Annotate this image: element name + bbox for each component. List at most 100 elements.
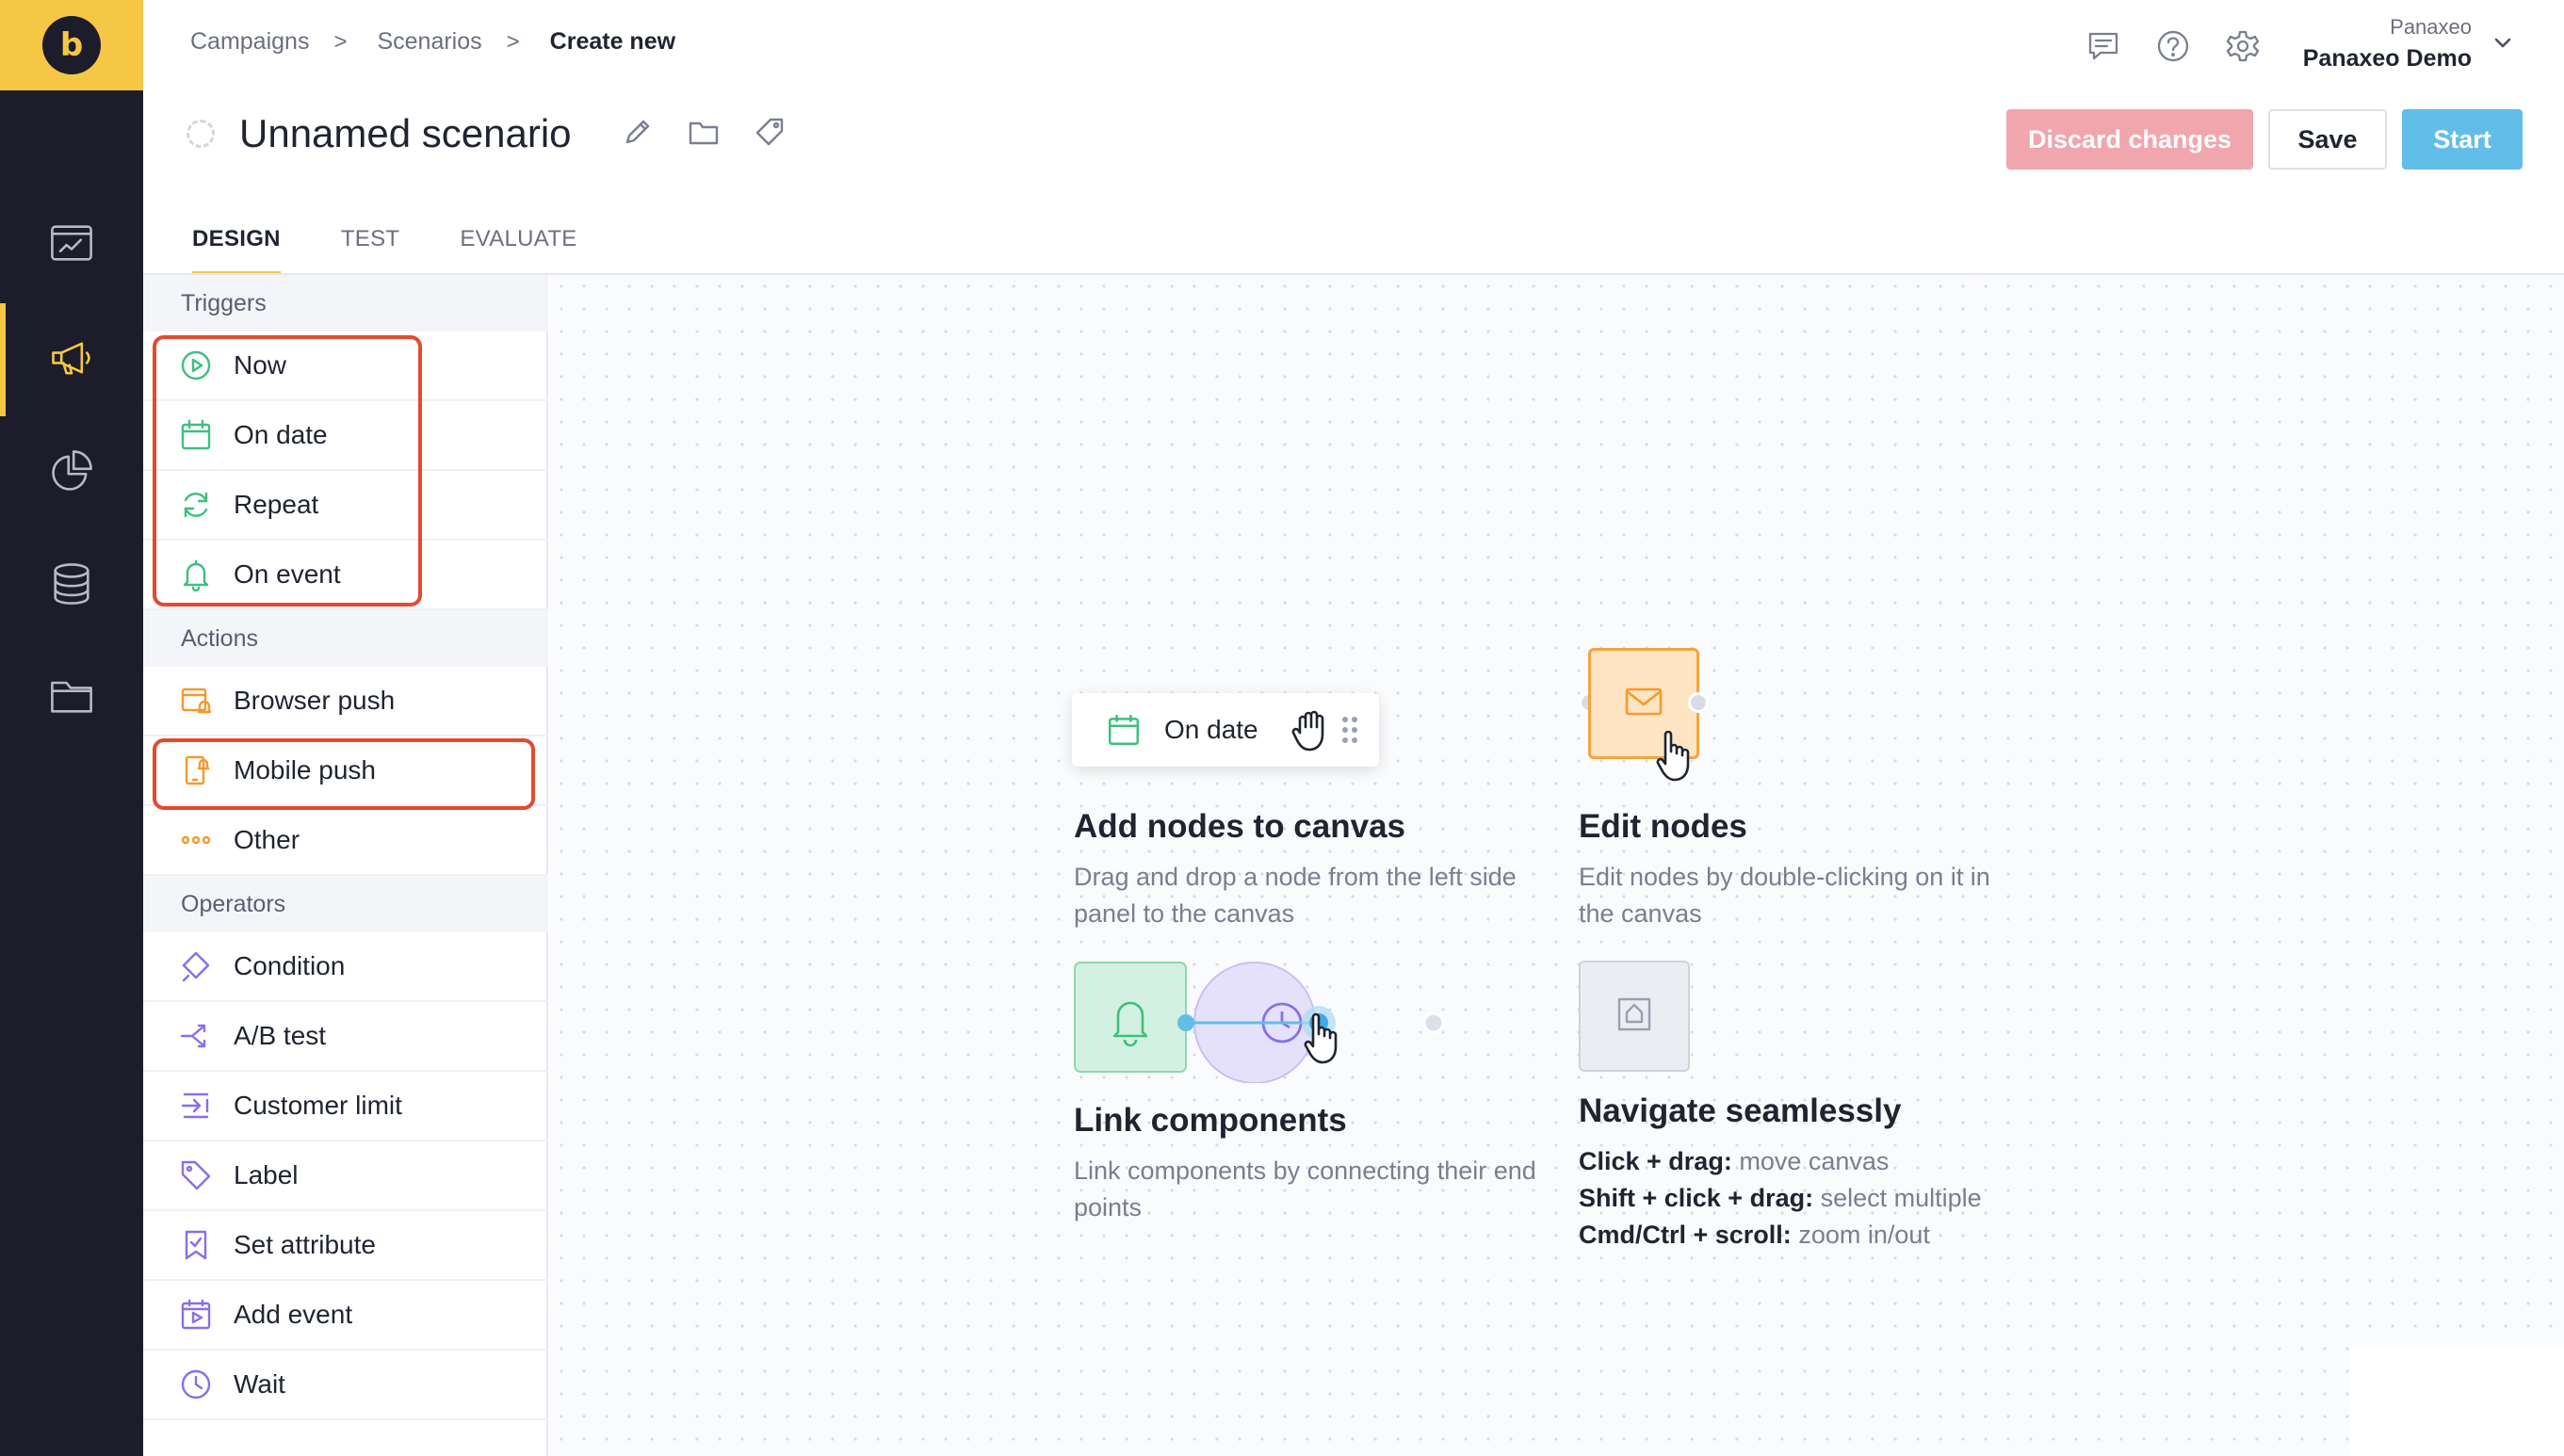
palette-item-label: Condition bbox=[234, 951, 346, 980]
rail-item-dashboard[interactable] bbox=[0, 188, 143, 301]
envelope-icon bbox=[1621, 679, 1666, 729]
add-event-icon bbox=[177, 1296, 215, 1334]
more-dots-icon bbox=[177, 821, 215, 859]
demo-node-label: On date bbox=[1164, 715, 1258, 744]
rail-item-campaigns[interactable] bbox=[0, 303, 143, 416]
shortcut-line: Click + drag: move canvas bbox=[1579, 1143, 2106, 1180]
help-add-title: Add nodes to canvas bbox=[1074, 808, 1406, 845]
palette-item-label: Other bbox=[234, 825, 300, 854]
database-icon bbox=[47, 559, 96, 613]
shortcut-key: Cmd/Ctrl + scroll: bbox=[1579, 1221, 1792, 1249]
folder-icon bbox=[47, 671, 96, 724]
connection-port-start bbox=[1177, 1014, 1194, 1031]
tab-test[interactable]: TEST bbox=[341, 226, 400, 275]
home-icon bbox=[1612, 992, 1657, 1042]
help-button[interactable] bbox=[2151, 26, 2195, 70]
palette-item-label: A/B test bbox=[234, 1021, 327, 1050]
shortcut-desc: zoom in/out bbox=[1798, 1221, 1930, 1249]
tag-icon bbox=[177, 1157, 215, 1194]
pie-chart-icon bbox=[47, 446, 96, 500]
settings-button[interactable] bbox=[2221, 26, 2264, 70]
annotation-highlight-mobile-push bbox=[153, 738, 535, 810]
palette-item-condition[interactable]: Condition bbox=[143, 932, 548, 1002]
palette-item-wait[interactable]: Wait bbox=[143, 1351, 548, 1420]
discard-changes-button[interactable]: Discard changes bbox=[2006, 109, 2253, 170]
app-logo[interactable]: b bbox=[0, 0, 143, 90]
grab-hand-icon bbox=[1290, 706, 1332, 753]
breadcrumb-current: Create new bbox=[549, 28, 676, 55]
palette-item-browser-push[interactable]: Browser push bbox=[143, 667, 548, 736]
help-link-title: Link components bbox=[1074, 1102, 1347, 1139]
account-org: Panaxeo bbox=[2390, 15, 2472, 39]
shortcut-key: Click + drag: bbox=[1579, 1147, 1732, 1175]
header-utilities bbox=[2082, 26, 2291, 70]
folder-icon bbox=[687, 115, 721, 154]
browser-push-icon bbox=[177, 682, 215, 720]
group-heading-operators: Operators bbox=[143, 876, 548, 932]
palette-item-label[interactable]: Label bbox=[143, 1141, 548, 1211]
pencil-icon bbox=[621, 115, 655, 154]
help-icon bbox=[2155, 28, 2191, 69]
palette-item-label: Wait bbox=[234, 1369, 285, 1399]
bookmark-check-icon bbox=[177, 1226, 215, 1264]
clock-icon bbox=[177, 1366, 215, 1403]
breadcrumb-campaigns[interactable]: Campaigns bbox=[190, 28, 309, 56]
move-to-folder-button[interactable] bbox=[683, 113, 724, 154]
group-heading-actions: Actions bbox=[143, 610, 548, 667]
shortcut-line: Cmd/Ctrl + scroll: zoom in/out bbox=[1579, 1217, 2106, 1254]
node-port bbox=[1688, 692, 1709, 713]
help-edit-text: Edit nodes by double-clicking on it in t… bbox=[1579, 863, 1990, 928]
megaphone-icon bbox=[47, 333, 96, 387]
save-button[interactable]: Save bbox=[2268, 109, 2387, 170]
demo-node-on-date: On date bbox=[1072, 693, 1379, 767]
calendar-icon bbox=[1106, 712, 1142, 748]
tag-icon bbox=[753, 115, 787, 154]
help-add-text: Drag and drop a node from the left side … bbox=[1074, 863, 1517, 928]
account-dropdown-toggle[interactable] bbox=[2489, 28, 2517, 57]
tab-evaluate[interactable]: EVALUATE bbox=[460, 226, 576, 275]
palette-item-ab-test[interactable]: A/B test bbox=[143, 1002, 548, 1072]
rail-item-analytics[interactable] bbox=[0, 416, 143, 529]
demo-node-navigate bbox=[1579, 961, 1690, 1072]
breadcrumb-scenarios[interactable]: Scenarios bbox=[377, 28, 481, 56]
drag-handle-icon bbox=[1336, 714, 1364, 746]
rail-item-data[interactable] bbox=[0, 529, 143, 642]
palette-item-customer-limit[interactable]: Customer limit bbox=[143, 1072, 548, 1141]
start-button[interactable]: Start bbox=[2402, 109, 2523, 170]
condition-icon bbox=[177, 947, 215, 985]
dashboard-icon bbox=[47, 218, 96, 272]
shortcut-key: Shift + click + drag: bbox=[1579, 1184, 1814, 1212]
palette-item-set-attribute[interactable]: Set attribute bbox=[143, 1211, 548, 1281]
shortcut-line: Shift + click + drag: select multiple bbox=[1579, 1180, 2106, 1217]
app-nav-rail: b bbox=[0, 0, 143, 1456]
palette-item-label: Browser push bbox=[234, 686, 396, 715]
shortcut-desc: select multiple bbox=[1820, 1184, 1982, 1212]
scenario-status-indicator bbox=[187, 120, 215, 148]
tab-design[interactable]: DESIGN bbox=[192, 226, 281, 275]
add-tag-button[interactable] bbox=[749, 113, 790, 154]
messages-button[interactable] bbox=[2082, 26, 2125, 70]
page-title[interactable]: Unnamed scenario bbox=[239, 111, 572, 156]
chevron-down-icon bbox=[2489, 38, 2517, 60]
demo-node-bell bbox=[1074, 962, 1187, 1073]
scenario-title-row: Unnamed scenario bbox=[187, 111, 790, 156]
palette-item-add-event[interactable]: Add event bbox=[143, 1281, 548, 1351]
account-switcher[interactable]: Panaxeo Panaxeo Demo bbox=[2303, 15, 2472, 73]
help-link-text: Link components by connecting their end … bbox=[1074, 1157, 1536, 1221]
breadcrumb-separator: > bbox=[506, 28, 520, 55]
palette-item-label: Set attribute bbox=[234, 1230, 376, 1259]
breadcrumb: Campaigns > Scenarios > Create new bbox=[190, 28, 675, 56]
palette-item-label-text: Label bbox=[234, 1160, 299, 1189]
palette-item-label: Customer limit bbox=[234, 1091, 402, 1120]
rename-button[interactable] bbox=[617, 113, 658, 154]
help-navigate-shortcuts: Click + drag: move canvas Shift + click … bbox=[1579, 1143, 2106, 1254]
canvas-minimap bbox=[2349, 1345, 2564, 1456]
group-heading-triggers: Triggers bbox=[143, 275, 548, 332]
help-edit-title: Edit nodes bbox=[1579, 808, 1747, 845]
palette-item-label: Add event bbox=[234, 1300, 353, 1329]
rail-item-assets[interactable] bbox=[0, 640, 143, 753]
account-name: Panaxeo Demo bbox=[2302, 45, 2472, 72]
logo-mark: b bbox=[42, 16, 101, 74]
palette-item-other[interactable]: Other bbox=[143, 806, 548, 876]
node-port bbox=[1422, 1011, 1445, 1034]
